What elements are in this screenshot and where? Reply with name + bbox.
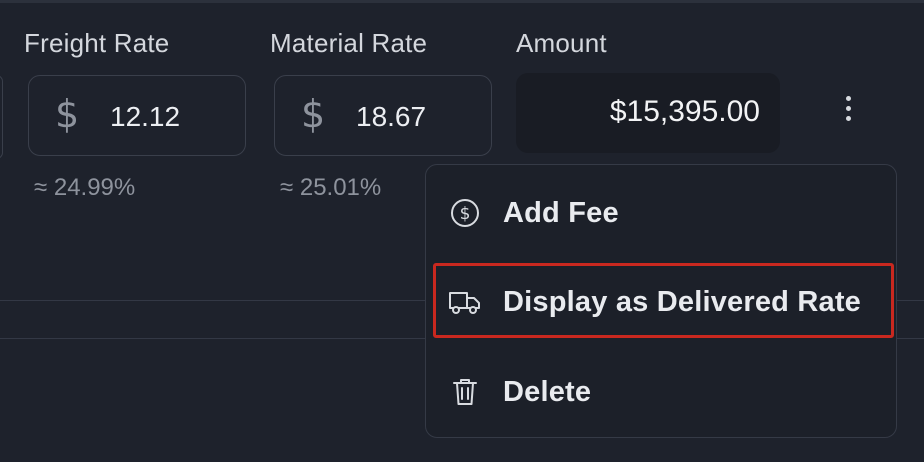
- material-rate-input[interactable]: $ 18.67: [274, 75, 492, 156]
- more-options-icon[interactable]: [836, 86, 860, 130]
- freight-rate-input[interactable]: $ 12.12: [28, 75, 246, 156]
- svg-text:$: $: [460, 204, 471, 224]
- freight-rate-value: 12.12: [110, 101, 181, 132]
- dollar-icon: $: [55, 92, 80, 136]
- material-rate-value: 18.67: [356, 101, 427, 132]
- menu-item-add-fee[interactable]: $ Add Fee: [426, 183, 896, 243]
- dollar-circle-icon: $: [446, 194, 484, 232]
- freight-rate-percent: ≈ 24.99%: [34, 174, 136, 201]
- freight-rate-label: Freight Rate: [24, 28, 170, 58]
- menu-item-label: Add Fee: [503, 196, 619, 229]
- material-rate-label: Material Rate: [270, 28, 428, 58]
- top-divider: [0, 0, 924, 3]
- menu-item-delete[interactable]: Delete: [426, 362, 896, 422]
- highlight-box: [433, 263, 894, 338]
- previous-field-edge[interactable]: [0, 75, 3, 159]
- material-rate-percent: ≈ 25.01%: [280, 174, 382, 201]
- menu-item-label: Delete: [503, 375, 592, 408]
- amount-field: $15,395.00: [516, 73, 780, 153]
- trash-icon: [446, 373, 484, 411]
- amount-value: $15,395.00: [609, 95, 760, 128]
- amount-label: Amount: [516, 28, 607, 58]
- dollar-icon: $: [301, 92, 326, 136]
